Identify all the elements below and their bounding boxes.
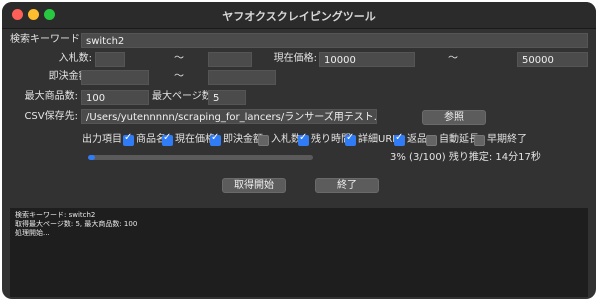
price-range-separator: 〜	[448, 53, 458, 64]
buynow-max-input[interactable]	[208, 70, 276, 85]
browse-button[interactable]: 参照	[422, 110, 486, 125]
bids-max-input[interactable]	[208, 52, 252, 67]
start-button[interactable]: 取得開始	[222, 178, 286, 193]
checkbox-label-detail-url: 詳細URL	[358, 134, 398, 145]
checkbox-label-auto-extend: 自動延長	[439, 134, 479, 145]
checkbox-label-buynow-price: 即決金額	[223, 134, 263, 145]
progress-bar-fill	[88, 155, 95, 160]
log-line: 検索キーワード: switch2	[15, 211, 96, 219]
progress-bar	[88, 155, 313, 160]
title-bar: ヤフオクスクレイピングツール	[2, 2, 596, 29]
keyword-input[interactable]: switch2	[81, 33, 588, 48]
checkbox-label-early-end: 早期終了	[487, 134, 527, 145]
bids-range-separator: 〜	[174, 53, 184, 64]
checkbox-detail-url[interactable]	[345, 132, 356, 146]
buynow-range-separator: 〜	[174, 71, 184, 82]
output-items-label: 出力項目:	[82, 134, 126, 145]
checkbox-returns[interactable]	[394, 132, 405, 146]
price-min-input[interactable]: 10000	[319, 52, 415, 67]
bids-label: 入札数:	[58, 53, 92, 64]
checkbox-bids[interactable]	[258, 135, 269, 146]
checkbox-label-current-price: 現在価格	[175, 134, 215, 145]
buynow-label: 即決金額:	[48, 71, 92, 82]
csv-path-input[interactable]: /Users/yutennnnn/scraping_for_lancers/ラン…	[81, 109, 377, 124]
output-items-row: 出力項目: 商品名 現在価格 即決金額 入札数 残り時間 詳細URL 返品 自動…	[2, 132, 596, 148]
log-line: 処理開始...	[15, 229, 50, 237]
app-window: ヤフオクスクレイピングツール 検索キーワード: switch2 入札数: 〜 現…	[2, 2, 596, 299]
progress-status-text: 3% (3/100) 残り推定: 14分17秒	[390, 152, 541, 163]
checkbox-early-end[interactable]	[474, 135, 485, 146]
checkbox-current-price[interactable]	[162, 132, 173, 146]
checkbox-buynow-price[interactable]	[210, 132, 221, 146]
checkbox-label-bids: 入札数	[271, 134, 301, 145]
log-line: 取得最大ページ数: 5, 最大商品数: 100	[15, 220, 138, 228]
checkbox-time-remaining[interactable]	[298, 132, 309, 146]
max-pages-input[interactable]: 5	[208, 90, 246, 105]
max-pages-label: 最大ページ数:	[152, 91, 216, 102]
buynow-min-input[interactable]	[81, 70, 149, 85]
price-max-input[interactable]: 50000	[517, 52, 588, 67]
max-items-input[interactable]: 100	[81, 90, 149, 105]
max-items-label: 最大商品数:	[24, 91, 78, 102]
price-label: 現在価格:	[273, 53, 317, 64]
checkbox-label-returns: 返品	[407, 134, 427, 145]
checkbox-product-name[interactable]	[123, 132, 134, 146]
checkbox-auto-extend[interactable]	[426, 135, 437, 146]
log-output[interactable]: 検索キーワード: switch2 取得最大ページ数: 5, 最大商品数: 100…	[10, 208, 588, 297]
keyword-label: 検索キーワード:	[10, 34, 84, 45]
bids-min-input[interactable]	[95, 52, 125, 67]
window-title: ヤフオクスクレイピングツール	[222, 10, 376, 23]
csv-label: CSV保存先:	[24, 111, 78, 122]
quit-button[interactable]: 終了	[315, 178, 379, 193]
